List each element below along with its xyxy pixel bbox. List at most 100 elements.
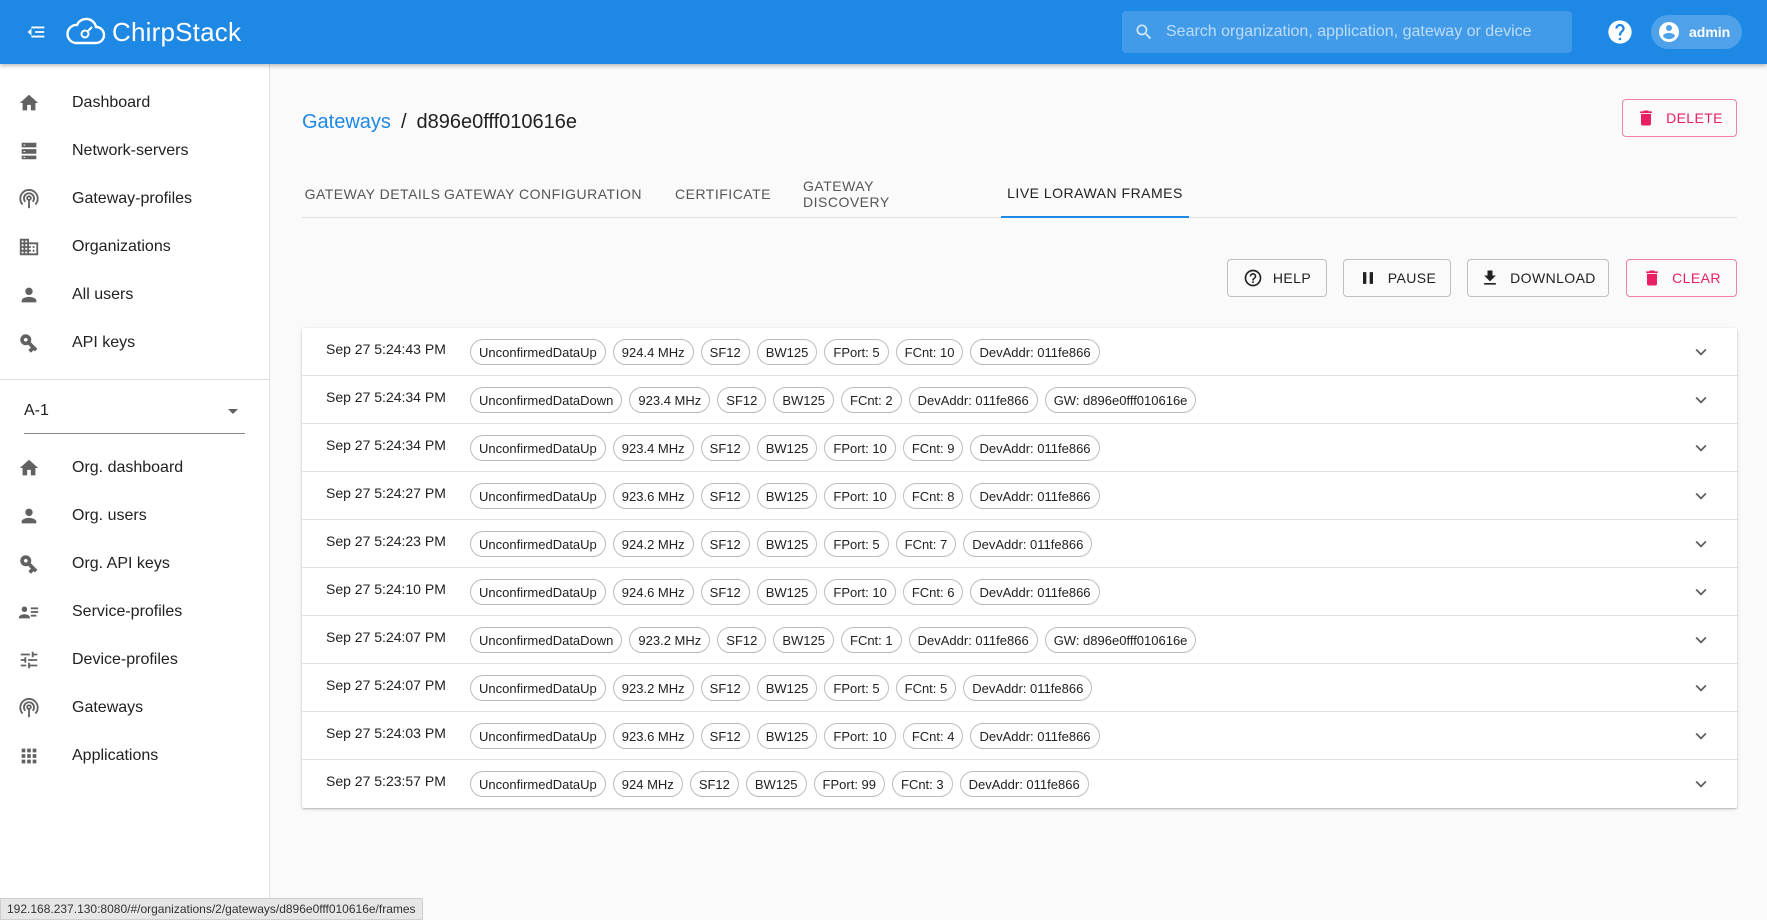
expand-more-icon[interactable] <box>1689 772 1713 796</box>
expand-more-icon[interactable] <box>1689 676 1713 700</box>
sidebar-item-gateway-profiles[interactable]: Gateway-profiles <box>0 175 269 223</box>
expand-more-icon[interactable] <box>1689 628 1713 652</box>
download-button[interactable]: DOWNLOAD <box>1467 259 1609 297</box>
tab-live-lorawan-frames[interactable]: LIVE LORAWAN FRAMES <box>1001 170 1189 218</box>
frame-chip: FCnt: 2 <box>841 387 902 413</box>
sidebar-item-all-users[interactable]: All users <box>0 271 269 319</box>
frames-list: Sep 27 5:24:43 PM UnconfirmedDataUp 924.… <box>302 328 1737 808</box>
frame-row[interactable]: Sep 27 5:24:34 PM UnconfirmedDataUp 923.… <box>302 424 1737 472</box>
frame-chips: UnconfirmedDataUp 924.2 MHz SF12 BW125 F… <box>470 531 1099 557</box>
chirpstack-logo[interactable]: ChirpStack <box>66 17 241 48</box>
search-input[interactable] <box>1166 23 1556 41</box>
frame-chip: DevAddr: 011fe866 <box>970 723 1100 749</box>
sidebar-item-label: Gateway-profiles <box>72 190 193 207</box>
frame-chip: BW125 <box>745 771 807 797</box>
sidebar-item-org-api-keys[interactable]: Org. API keys <box>0 540 269 588</box>
tab-gateway-details[interactable]: GATEWAY DETAILS <box>302 170 443 218</box>
key-icon <box>17 552 41 576</box>
download-icon <box>1480 268 1500 288</box>
help-circle-icon[interactable] <box>1606 18 1634 46</box>
user-name: admin <box>1689 24 1731 40</box>
sidebar-divider <box>0 379 269 380</box>
frame-chip: 923.4 MHz <box>612 435 694 461</box>
frame-chip: BW125 <box>756 483 818 509</box>
sidebar-item-label: Org. users <box>72 507 147 524</box>
frame-chip: SF12 <box>700 531 750 557</box>
frame-row[interactable]: Sep 27 5:24:07 PM UnconfirmedDataDown 92… <box>302 616 1737 664</box>
frame-chip: BW125 <box>773 387 834 413</box>
frame-chip: SF12 <box>700 579 750 605</box>
trash-icon <box>1636 108 1656 128</box>
frame-chip: 923.2 MHz <box>629 627 711 653</box>
frame-chip: FCnt: 5 <box>895 675 957 701</box>
frame-chip: BW125 <box>756 435 818 461</box>
frame-chip: UnconfirmedDataDown <box>470 387 623 413</box>
frame-row[interactable]: Sep 27 5:24:27 PM UnconfirmedDataUp 923.… <box>302 472 1737 520</box>
help-button-label: HELP <box>1272 270 1312 286</box>
clear-button[interactable]: CLEAR <box>1626 259 1737 297</box>
sidebar-item-dashboard[interactable]: Dashboard <box>0 79 269 127</box>
pause-icon <box>1358 268 1378 288</box>
radio-tower-icon <box>17 696 41 720</box>
sidebar-item-device-profiles[interactable]: Device-profiles <box>0 636 269 684</box>
sidebar-item-label: API keys <box>72 334 136 351</box>
search-box[interactable] <box>1122 11 1572 53</box>
sidebar-item-applications[interactable]: Applications <box>0 732 269 780</box>
pause-button[interactable]: PAUSE <box>1343 259 1451 297</box>
sidebar-item-api-keys[interactable]: API keys <box>0 319 269 367</box>
user-menu-chip[interactable]: admin <box>1651 15 1743 49</box>
frame-row[interactable]: Sep 27 5:23:57 PM UnconfirmedDataUp 924 … <box>302 760 1737 808</box>
frame-row[interactable]: Sep 27 5:24:07 PM UnconfirmedDataUp 923.… <box>302 664 1737 712</box>
sidebar-item-network-servers[interactable]: Network-servers <box>0 127 269 175</box>
sidebar-item-gateways[interactable]: Gateways <box>0 684 269 732</box>
frame-chip: FPort: 10 <box>824 579 896 605</box>
frame-chip: UnconfirmedDataUp <box>470 483 606 509</box>
frame-chip: FCnt: 3 <box>892 771 953 797</box>
sidebar-item-service-profiles[interactable]: Service-profiles <box>0 588 269 636</box>
expand-more-icon[interactable] <box>1689 388 1713 412</box>
expand-more-icon[interactable] <box>1689 340 1713 364</box>
expand-more-icon[interactable] <box>1689 724 1713 748</box>
sidebar-item-label: Organizations <box>72 238 171 255</box>
breadcrumb-gateways-link[interactable]: Gateways <box>302 111 391 134</box>
delete-button[interactable]: DELETE <box>1622 99 1737 137</box>
person-icon <box>17 283 41 307</box>
expand-more-icon[interactable] <box>1689 436 1713 460</box>
menu-collapse-icon[interactable] <box>20 16 52 48</box>
expand-more-icon[interactable] <box>1689 580 1713 604</box>
frame-row[interactable]: Sep 27 5:24:34 PM UnconfirmedDataDown 92… <box>302 376 1737 424</box>
pause-button-label: PAUSE <box>1387 270 1437 286</box>
frame-row[interactable]: Sep 27 5:24:03 PM UnconfirmedDataUp 923.… <box>302 712 1737 760</box>
global-nav: Dashboard Network-servers Gateway-profil… <box>0 64 269 367</box>
frame-chip: FPort: 5 <box>824 531 889 557</box>
frame-chips: UnconfirmedDataDown 923.2 MHz SF12 BW125… <box>470 627 1203 653</box>
delete-button-label: DELETE <box>1666 110 1723 126</box>
expand-more-icon[interactable] <box>1689 532 1713 556</box>
frame-row[interactable]: Sep 27 5:24:43 PM UnconfirmedDataUp 924.… <box>302 328 1737 376</box>
tab-gateway-discovery[interactable]: GATEWAY DISCOVERY <box>803 170 963 218</box>
help-button[interactable]: HELP <box>1227 259 1327 297</box>
frame-chip: GW: d896e0fff010616e <box>1044 387 1197 413</box>
frame-chip: 924.2 MHz <box>612 531 694 557</box>
sidebar-item-org-dashboard[interactable]: Org. dashboard <box>0 444 269 492</box>
tab-label: GATEWAY DISCOVERY <box>803 178 890 210</box>
frame-chip: FCnt: 1 <box>841 627 902 653</box>
apps-grid-icon <box>17 744 41 768</box>
frame-row[interactable]: Sep 27 5:24:23 PM UnconfirmedDataUp 924.… <box>302 520 1737 568</box>
frame-chip: DevAddr: 011fe866 <box>963 531 1093 557</box>
expand-more-icon[interactable] <box>1689 484 1713 508</box>
tab-gateway-configuration[interactable]: GATEWAY CONFIGURATION <box>443 170 643 218</box>
frame-chip: 924 MHz <box>612 771 683 797</box>
sidebar-item-org-users[interactable]: Org. users <box>0 492 269 540</box>
frame-chips: UnconfirmedDataDown 923.4 MHz SF12 BW125… <box>470 387 1203 413</box>
frame-row[interactable]: Sep 27 5:24:10 PM UnconfirmedDataUp 924.… <box>302 568 1737 616</box>
sidebar-item-organizations[interactable]: Organizations <box>0 223 269 271</box>
frame-chips: UnconfirmedDataUp 924.6 MHz SF12 BW125 F… <box>470 579 1107 605</box>
frame-chip: SF12 <box>700 675 750 701</box>
organization-select[interactable]: A-1 <box>24 388 245 434</box>
frame-time: Sep 27 5:24:23 PM <box>326 533 446 549</box>
frame-chip: DevAddr: 011fe866 <box>970 483 1100 509</box>
frame-time: Sep 27 5:23:57 PM <box>326 773 446 789</box>
tab-certificate[interactable]: CERTIFICATE <box>643 170 803 218</box>
frame-chip: DevAddr: 011fe866 <box>959 771 1089 797</box>
